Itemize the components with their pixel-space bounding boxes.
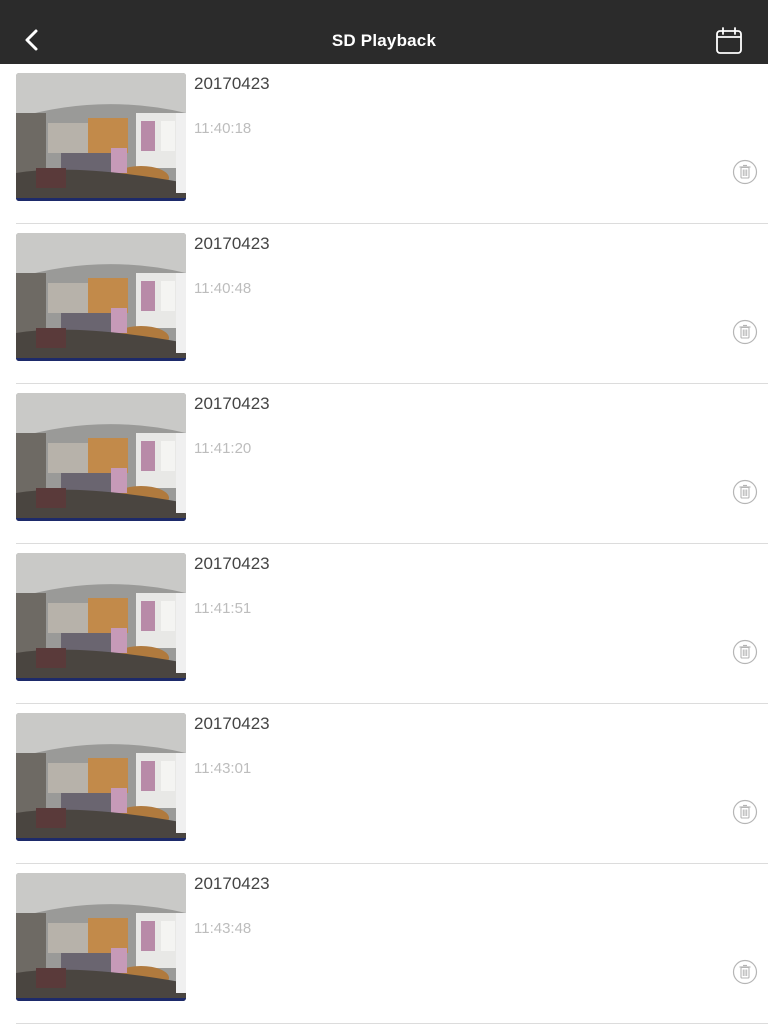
calendar-icon[interactable] (714, 26, 744, 56)
trash-icon[interactable] (732, 319, 758, 345)
nav-bar: SD Playback (0, 0, 768, 64)
recording-row[interactable]: 20170423 11:40:48 (16, 224, 768, 384)
video-thumbnail[interactable] (16, 233, 186, 361)
recording-row[interactable]: 20170423 11:41:20 (16, 384, 768, 544)
recording-row[interactable]: 20170423 11:40:18 (16, 64, 768, 224)
recording-date: 20170423 (194, 874, 270, 893)
recording-time: 11:40:48 (194, 280, 252, 297)
page-title: SD Playback (331, 31, 437, 50)
recording-time: 11:41:20 (194, 440, 252, 457)
recording-row[interactable]: 20170423 11:41:51 (16, 544, 768, 704)
trash-icon[interactable] (732, 159, 758, 185)
recording-date: 20170423 (194, 234, 270, 253)
trash-icon[interactable] (732, 479, 758, 505)
video-thumbnail[interactable] (16, 553, 186, 681)
video-thumbnail[interactable] (16, 713, 186, 841)
recording-date: 20170423 (194, 714, 270, 733)
recording-row[interactable]: 20170423 11:43:48 (16, 864, 768, 1024)
recording-time: 11:43:01 (194, 760, 252, 777)
recording-date: 20170423 (194, 394, 270, 413)
trash-icon[interactable] (732, 799, 758, 825)
recording-time: 11:41:51 (194, 600, 252, 617)
recording-date: 20170423 (194, 554, 270, 573)
recording-row[interactable]: 20170423 11:43:01 (16, 704, 768, 864)
recording-date: 20170423 (194, 74, 270, 93)
trash-icon[interactable] (732, 959, 758, 985)
recording-time: 11:40:18 (194, 120, 252, 137)
video-thumbnail[interactable] (16, 393, 186, 521)
trash-icon[interactable] (732, 639, 758, 665)
recording-time: 11:43:48 (194, 920, 252, 937)
recording-list[interactable]: 20170423 11:40:18 20170423 11:40:48 2017… (0, 64, 768, 1024)
video-thumbnail[interactable] (16, 73, 186, 201)
video-thumbnail[interactable] (16, 873, 186, 1001)
